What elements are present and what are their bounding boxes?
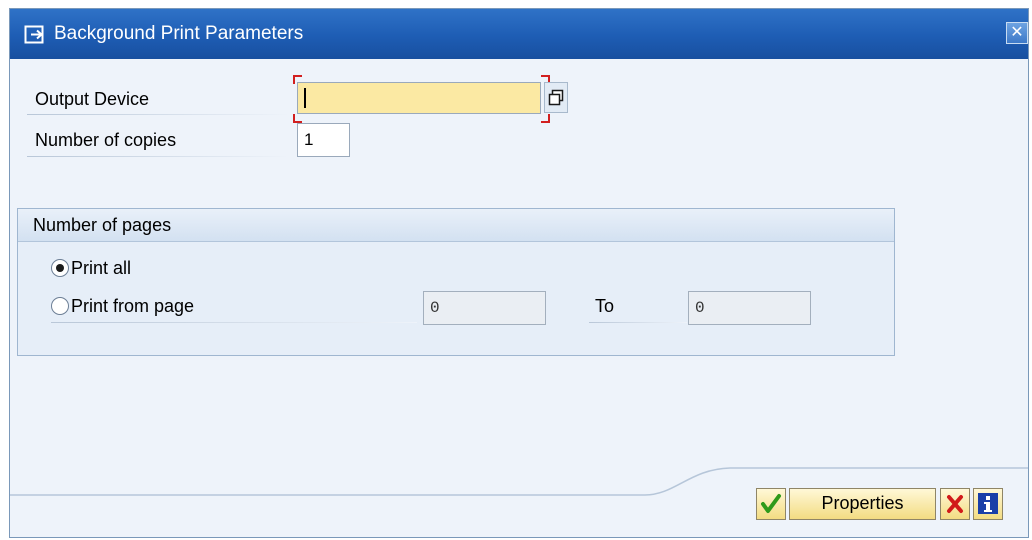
background-print-parameters-dialog: Background Print Parameters ✕ Output Dev… — [9, 8, 1029, 538]
print-all-radio[interactable] — [51, 259, 69, 277]
value-help-icon — [548, 89, 564, 106]
from-page-input[interactable] — [423, 291, 546, 325]
output-device-label-underline — [27, 114, 289, 115]
info-button[interactable] — [973, 488, 1003, 520]
cancel-x-icon — [947, 495, 963, 513]
focus-marker-top-left — [293, 75, 302, 84]
group-title: Number of pages — [33, 215, 172, 235]
check-icon — [761, 494, 781, 513]
focus-marker-bottom-left — [293, 114, 302, 123]
text-cursor — [304, 88, 306, 108]
output-device-value-help-button[interactable] — [544, 82, 568, 113]
close-icon: ✕ — [1010, 24, 1024, 41]
to-label: To — [595, 296, 615, 316]
properties-button[interactable]: Properties — [789, 488, 936, 520]
to-label-underline — [589, 322, 687, 323]
to-page-input[interactable] — [688, 291, 811, 325]
number-of-pages-group: Number of pages Print all Print from pag… — [17, 208, 895, 356]
number-of-copies-label: Number of copies — [35, 130, 177, 150]
output-device-input[interactable] — [297, 82, 541, 114]
group-header: Number of pages — [18, 209, 894, 242]
close-button[interactable]: ✕ — [1006, 22, 1028, 44]
cancel-button[interactable] — [940, 488, 970, 520]
copies-label-underline — [27, 156, 289, 157]
output-device-label: Output Device — [35, 89, 150, 109]
radio-selected-dot — [56, 264, 64, 272]
print-all-label[interactable]: Print all — [71, 256, 131, 280]
print-from-page-underline — [51, 322, 417, 323]
continue-button[interactable] — [756, 488, 786, 520]
number-of-copies-input[interactable] — [297, 123, 350, 157]
dialog-window-icon — [24, 24, 46, 46]
title-bar[interactable]: Background Print Parameters ✕ — [10, 9, 1028, 59]
info-icon — [978, 493, 998, 514]
focus-marker-bottom-right — [541, 114, 550, 123]
print-from-page-radio[interactable] — [51, 297, 69, 315]
dialog-title: Background Print Parameters — [54, 23, 304, 44]
print-from-page-label[interactable]: Print from page — [71, 294, 194, 318]
